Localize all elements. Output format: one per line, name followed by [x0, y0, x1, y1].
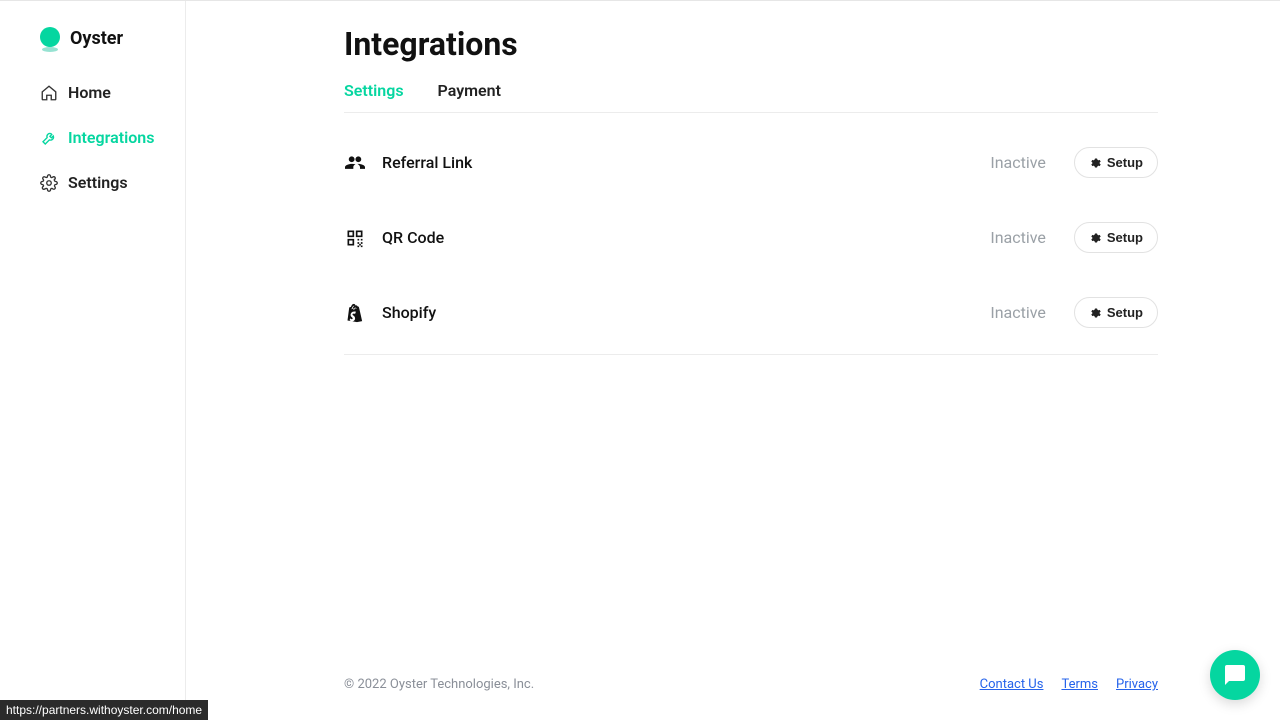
setup-button[interactable]: Setup	[1074, 297, 1158, 328]
sidebar-item-label: Settings	[68, 173, 128, 192]
home-icon	[40, 84, 58, 102]
integration-row-shopify: Shopify Inactive Setup	[344, 275, 1158, 350]
integration-row-referral-link: Referral Link Inactive Setup	[344, 125, 1158, 200]
people-icon	[344, 152, 366, 174]
status-label: Inactive	[990, 303, 1046, 322]
oyster-logo-icon	[40, 27, 62, 49]
sidebar-nav: Home Integrations Settings	[0, 77, 185, 192]
setup-button[interactable]: Setup	[1074, 222, 1158, 253]
gear-small-icon	[1089, 307, 1101, 319]
tabs: Settings Payment	[344, 81, 1158, 113]
main-content: Integrations Settings Payment Referral L…	[186, 1, 1280, 720]
brand-name: Oyster	[70, 28, 123, 49]
footer-link-privacy[interactable]: Privacy	[1116, 677, 1158, 692]
sidebar-item-label: Integrations	[68, 128, 154, 147]
setup-button[interactable]: Setup	[1074, 147, 1158, 178]
sidebar-item-label: Home	[68, 83, 111, 102]
integration-name: QR Code	[382, 228, 444, 247]
integration-row-qr-code: QR Code Inactive Setup	[344, 200, 1158, 275]
browser-url-preview: https://partners.withoyster.com/home	[0, 700, 208, 720]
integration-name: Shopify	[382, 303, 436, 322]
footer-link-contact[interactable]: Contact Us	[980, 677, 1044, 692]
gear-small-icon	[1089, 157, 1101, 169]
qr-code-icon	[344, 227, 366, 249]
footer-links: Contact Us Terms Privacy	[980, 677, 1158, 692]
gear-small-icon	[1089, 232, 1101, 244]
gear-icon	[40, 174, 58, 192]
chat-launcher[interactable]	[1210, 650, 1260, 700]
sidebar-item-integrations[interactable]: Integrations	[40, 128, 185, 147]
integration-name: Referral Link	[382, 153, 472, 172]
footer: © 2022 Oyster Technologies, Inc. Contact…	[344, 677, 1158, 720]
status-label: Inactive	[990, 228, 1046, 247]
footer-link-terms[interactable]: Terms	[1061, 677, 1098, 692]
integrations-list: Referral Link Inactive Setup QR Code	[344, 113, 1158, 355]
sidebar: Oyster Home Integrations Settings	[0, 1, 186, 720]
tab-payment[interactable]: Payment	[438, 81, 501, 112]
shopify-icon	[344, 302, 366, 324]
tab-settings[interactable]: Settings	[344, 81, 404, 112]
chat-icon	[1223, 663, 1247, 687]
divider	[344, 354, 1158, 355]
sidebar-item-home[interactable]: Home	[40, 83, 185, 102]
setup-button-label: Setup	[1107, 230, 1143, 245]
brand-logo[interactable]: Oyster	[0, 19, 185, 77]
setup-button-label: Setup	[1107, 305, 1143, 320]
wrench-icon	[40, 129, 58, 147]
setup-button-label: Setup	[1107, 155, 1143, 170]
sidebar-item-settings[interactable]: Settings	[40, 173, 185, 192]
footer-copyright: © 2022 Oyster Technologies, Inc.	[344, 677, 534, 692]
status-label: Inactive	[990, 153, 1046, 172]
page-title: Integrations	[344, 25, 1158, 63]
